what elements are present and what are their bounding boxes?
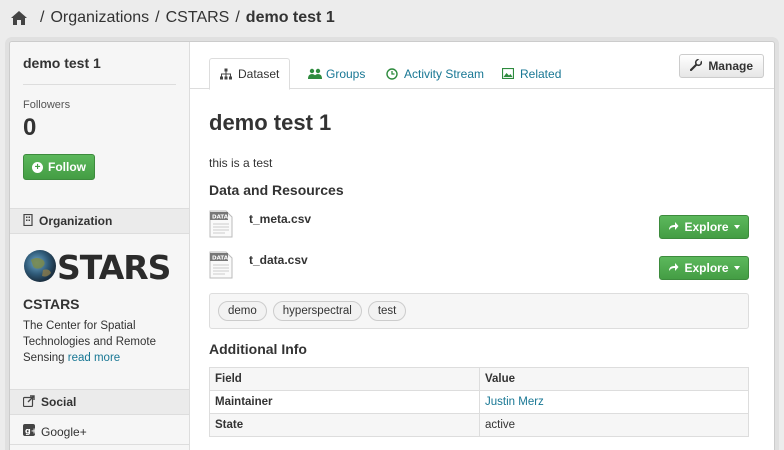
google-plus-icon: g+: [23, 424, 37, 439]
breadcrumb-dataset[interactable]: demo test 1: [246, 9, 335, 27]
column-header: Field: [209, 367, 480, 391]
tab-groups[interactable]: Groups: [298, 58, 375, 89]
social-item-googleplus[interactable]: g+ Google+: [23, 424, 87, 439]
content-wrapper: demo test 1 Followers 0 + Follow Organiz…: [9, 41, 775, 450]
dataset-notes: this is a test: [209, 156, 273, 170]
resource-item: DATA t_meta.csv Explore: [209, 210, 749, 246]
additional-info-heading: Additional Info: [209, 341, 307, 357]
svg-text:g+: g+: [25, 427, 35, 436]
social-section-heading: Social: [10, 389, 189, 415]
home-icon[interactable]: [10, 10, 28, 26]
main-content: Dataset Groups Activity Stream Related M…: [190, 42, 774, 450]
users-icon: [308, 68, 322, 80]
manage-label: Manage: [708, 59, 753, 73]
resources-heading: Data and Resources: [209, 182, 344, 198]
organization-heading-label: Organization: [39, 214, 113, 228]
tab-activity-stream[interactable]: Activity Stream: [376, 58, 494, 89]
table-row: State active: [209, 413, 749, 437]
picture-icon: [501, 67, 515, 80]
data-file-icon: DATA: [209, 251, 233, 279]
explore-label: Explore: [684, 220, 729, 234]
follow-button[interactable]: + Follow: [23, 154, 95, 180]
social-heading-label: Social: [41, 395, 77, 409]
follow-label: Follow: [48, 160, 86, 174]
tab-label: Groups: [326, 66, 366, 81]
caret-down-icon: [733, 266, 740, 270]
share-arrow-icon: [668, 220, 679, 234]
share-icon: [22, 394, 35, 410]
resource-name-link[interactable]: t_meta.csv: [249, 212, 311, 226]
data-file-icon: DATA: [209, 210, 233, 238]
divider: [10, 444, 189, 445]
tag-test[interactable]: test: [367, 301, 407, 321]
dataset-title: demo test 1: [209, 110, 332, 135]
explore-label: Explore: [684, 261, 729, 275]
tab-bar: Dataset Groups Activity Stream Related M…: [190, 42, 774, 90]
tab-label: Dataset: [238, 67, 280, 81]
column-header: Value: [479, 367, 749, 391]
share-arrow-icon: [668, 261, 679, 275]
social-item-label: Google+: [41, 424, 87, 439]
breadcrumb-organization[interactable]: CSTARS: [166, 9, 230, 27]
manage-button[interactable]: Manage: [679, 54, 764, 78]
sidebar: demo test 1 Followers 0 + Follow Organiz…: [10, 42, 190, 450]
breadcrumb-separator: /: [40, 9, 45, 26]
additional-info-table: Field Value Maintainer Justin Merz State…: [209, 367, 749, 437]
value-cell: active: [479, 413, 749, 437]
breadcrumb-separator: /: [235, 9, 240, 26]
breadcrumb-organizations[interactable]: Organizations: [50, 9, 149, 27]
tab-label: Activity Stream: [404, 66, 485, 81]
explore-button[interactable]: Explore: [659, 256, 749, 280]
read-more-link[interactable]: read more: [68, 352, 120, 364]
breadcrumb-separator: /: [155, 9, 160, 26]
sitemap-icon: [220, 68, 232, 80]
tag-demo[interactable]: demo: [218, 301, 267, 321]
field-cell: State: [209, 413, 480, 437]
divider: [23, 84, 176, 85]
tab-related[interactable]: Related: [492, 58, 571, 89]
tag-list: demo hyperspectral test: [209, 293, 749, 329]
maintainer-link[interactable]: Justin Merz: [485, 396, 544, 408]
followers-count: 0: [23, 114, 37, 141]
svg-text:DATA: DATA: [212, 256, 229, 262]
clock-icon: [386, 67, 398, 80]
table-header-row: Field Value: [209, 367, 749, 391]
explore-button[interactable]: Explore: [659, 215, 749, 239]
tab-dataset[interactable]: Dataset: [209, 58, 291, 90]
building-icon: [23, 213, 33, 229]
caret-down-icon: [733, 225, 740, 229]
value-cell: Justin Merz: [479, 390, 749, 414]
svg-text:DATA: DATA: [212, 215, 229, 221]
wrench-icon: [690, 57, 703, 74]
organization-section-heading: Organization: [10, 208, 189, 234]
table-row: Maintainer Justin Merz: [209, 390, 749, 414]
svg-text:STARS: STARS: [57, 248, 170, 284]
sidebar-dataset-title: demo test 1: [23, 55, 101, 71]
tag-hyperspectral[interactable]: hyperspectral: [272, 301, 362, 321]
breadcrumb: / Organizations / CSTARS / demo test 1: [10, 6, 335, 30]
resource-item: DATA t_data.csv Explore: [209, 251, 749, 287]
tab-label: Related: [520, 66, 562, 81]
plus-circle-icon: +: [32, 161, 43, 173]
organization-name[interactable]: CSTARS: [23, 296, 80, 312]
organization-description: The Center for Spatial Technologies and …: [23, 318, 183, 366]
field-cell: Maintainer: [209, 390, 480, 414]
followers-label: Followers: [23, 99, 71, 111]
resource-name-link[interactable]: t_data.csv: [249, 253, 308, 267]
organization-logo[interactable]: STARS: [23, 248, 175, 287]
